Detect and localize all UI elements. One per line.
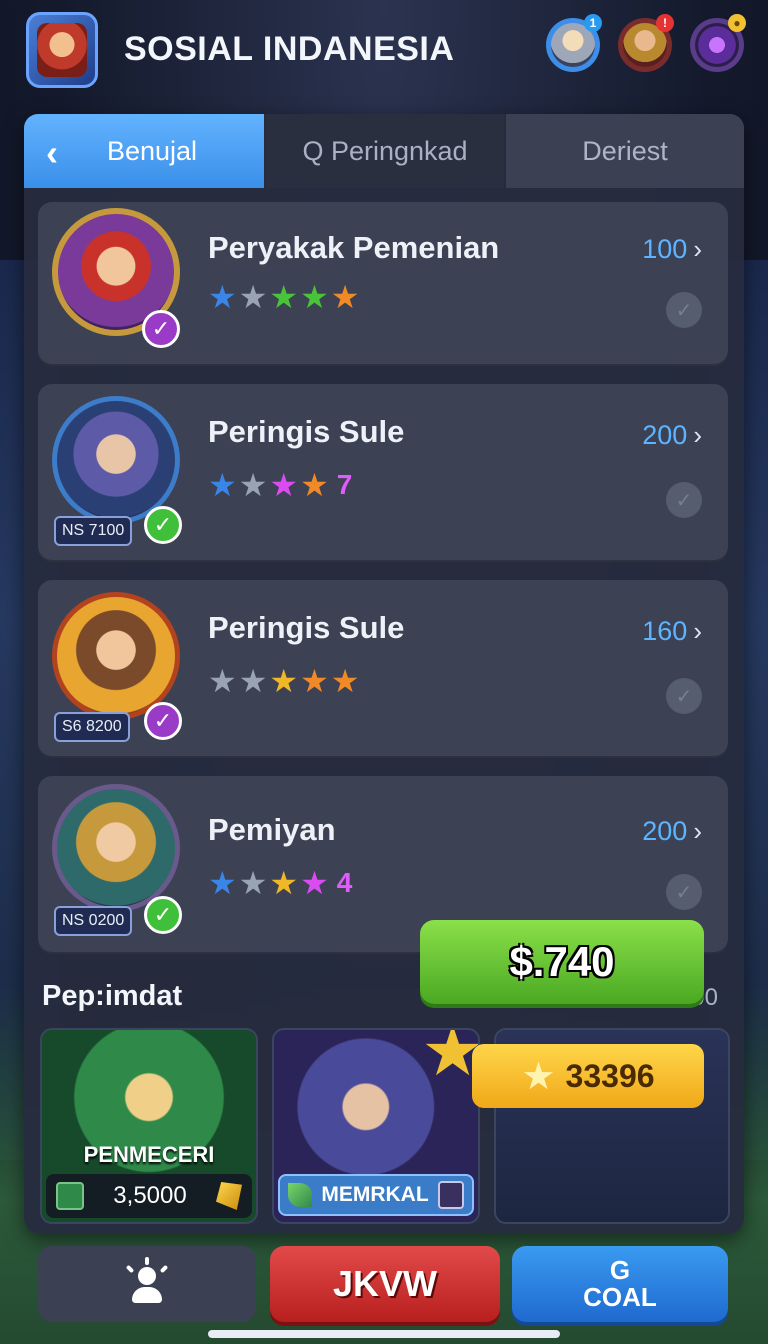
item-name: Peringis Sule bbox=[208, 414, 405, 449]
list-item[interactable]: NS 7100 ✓ Peringis Sule 200 › ★ ★ ★ ★ 7 ✓ bbox=[38, 384, 728, 562]
tab-label: Benujal bbox=[106, 135, 198, 166]
grey-star-icon: ★ bbox=[238, 279, 268, 315]
promo-label: MEMRKAL bbox=[321, 1183, 429, 1206]
g-icon: G bbox=[609, 1255, 631, 1285]
leaf-icon bbox=[288, 1183, 312, 1207]
star-rating: ★ ★ ★ ★ 4 bbox=[208, 864, 352, 902]
verified-check-icon: ✓ bbox=[144, 702, 182, 740]
back-chevron-icon: ‹ bbox=[46, 132, 58, 173]
person-icon bbox=[124, 1257, 170, 1307]
buy-button[interactable]: $.740 bbox=[420, 920, 704, 1004]
item-name: Peryakak Pemenian bbox=[208, 230, 500, 265]
hero-portrait-icon bbox=[37, 23, 87, 77]
select-check-icon[interactable]: ✓ bbox=[666, 292, 702, 328]
star-count: 4 bbox=[336, 867, 353, 898]
tab-label: Deriest bbox=[582, 135, 668, 166]
notification-badge: 1 bbox=[584, 14, 602, 32]
tab-peringnkad[interactable]: Q Peringnkad bbox=[266, 114, 504, 188]
hero-tag: S6 8200 bbox=[54, 712, 130, 742]
item-value-text: 100 bbox=[642, 234, 688, 264]
blue-star-icon: ★ bbox=[208, 279, 237, 315]
red-action-button[interactable]: JKVW bbox=[270, 1246, 500, 1322]
hero-thumb-icon bbox=[56, 1182, 84, 1210]
orange-star-icon: ★ bbox=[330, 663, 360, 699]
coin-price-button[interactable]: ★ 33396 bbox=[472, 1044, 704, 1108]
grey-star-icon: ★ bbox=[238, 865, 268, 901]
chevron-right-icon: › bbox=[693, 420, 702, 450]
verified-check-icon: ✓ bbox=[144, 506, 182, 544]
item-value[interactable]: 200 › bbox=[642, 420, 702, 451]
blue-star-icon: ★ bbox=[208, 865, 237, 901]
chevron-right-icon: › bbox=[693, 816, 702, 846]
promo-card-mage[interactable]: ★ MEMRKAL bbox=[272, 1028, 480, 1224]
hero-thumb-icon bbox=[437, 1181, 464, 1209]
portal-button[interactable]: ● bbox=[690, 14, 746, 72]
section-title: Pep:imdat bbox=[42, 980, 183, 1012]
coin-price-value: 33396 bbox=[565, 1057, 655, 1094]
grey-star-icon: ★ bbox=[238, 663, 268, 699]
coal-button[interactable]: G COAL bbox=[512, 1246, 728, 1322]
orange-star-icon: ★ bbox=[330, 279, 360, 315]
item-value-text: 200 bbox=[642, 816, 688, 846]
star-rating: ★ ★ ★ ★ 7 bbox=[208, 466, 352, 504]
chevron-right-icon: › bbox=[693, 234, 702, 264]
list-item[interactable]: ✓ Peryakak Pemenian 100 › ★ ★ ★ ★ ★ ✓ bbox=[38, 202, 728, 366]
star-coin-icon: ★ bbox=[521, 1055, 556, 1098]
star-rating: ★ ★ ★ ★ ★ bbox=[208, 278, 359, 316]
gold-star-icon: ★ bbox=[269, 663, 299, 699]
green-star-icon: ★ bbox=[269, 279, 299, 315]
item-value[interactable]: 100 › bbox=[642, 234, 702, 265]
grey-star-icon: ★ bbox=[238, 467, 268, 503]
tab-deriest[interactable]: Deriest bbox=[506, 114, 744, 188]
chevron-right-icon: › bbox=[693, 616, 702, 646]
star-count: 7 bbox=[336, 469, 353, 500]
alert-badge: ! bbox=[656, 14, 674, 32]
gold-star-icon: ★ bbox=[269, 865, 299, 901]
hero-tag: NS 7100 bbox=[54, 516, 133, 546]
item-name: Peringis Sule bbox=[208, 610, 405, 645]
home-indicator[interactable] bbox=[208, 1330, 560, 1338]
verified-check-icon: ✓ bbox=[144, 896, 182, 934]
item-value-text: 200 bbox=[642, 420, 688, 450]
select-check-icon[interactable]: ✓ bbox=[666, 482, 702, 518]
coal-label: COAL bbox=[583, 1282, 657, 1312]
grey-star-icon: ★ bbox=[208, 663, 237, 699]
tab-benujal[interactable]: ‹ Benujal bbox=[24, 114, 264, 188]
hero-tag: NS 0200 bbox=[54, 906, 133, 936]
item-value[interactable]: 200 › bbox=[642, 816, 702, 847]
character-avatar-button[interactable]: 1 bbox=[546, 14, 602, 72]
coin-badge: ● bbox=[728, 14, 746, 32]
pink-star-icon: ★ bbox=[300, 865, 329, 901]
blue-star-icon: ★ bbox=[208, 467, 237, 503]
green-star-icon: ★ bbox=[300, 279, 329, 315]
promo-title: PENMECERI bbox=[83, 1142, 215, 1167]
orange-star-icon: ★ bbox=[300, 467, 329, 503]
promo-card-hero[interactable]: PENMECERI 3,5000 bbox=[40, 1028, 258, 1224]
gold-gem-icon bbox=[216, 1182, 242, 1210]
star-rating: ★ ★ ★ ★ ★ bbox=[208, 662, 359, 700]
app-icon[interactable] bbox=[26, 12, 98, 88]
pink-star-icon: ★ bbox=[269, 467, 299, 503]
header: SOSIAL INDANESIA 1 ! ● bbox=[0, 0, 768, 104]
promo-label-bar: MEMRKAL bbox=[278, 1174, 474, 1216]
select-check-icon[interactable]: ✓ bbox=[666, 678, 702, 714]
tab-bar: ‹ Benujal Q Peringnkad Deriest bbox=[24, 114, 744, 188]
hero-avatar bbox=[52, 396, 180, 524]
promo-price-value: 3,5000 bbox=[113, 1182, 187, 1209]
verified-check-icon: ✓ bbox=[142, 310, 180, 348]
app-title: SOSIAL INDANESIA bbox=[124, 30, 455, 68]
item-name: Pemiyan bbox=[208, 812, 336, 847]
item-value-text: 160 bbox=[642, 616, 688, 646]
promo-price: 3,5000 bbox=[46, 1174, 252, 1218]
hero-avatar bbox=[52, 592, 180, 720]
item-value[interactable]: 160 › bbox=[642, 616, 702, 647]
hero-avatar bbox=[52, 784, 180, 912]
select-check-icon[interactable]: ✓ bbox=[666, 874, 702, 910]
list-item[interactable]: S6 8200 ✓ Peringis Sule 160 › ★ ★ ★ ★ ★ ✓ bbox=[38, 580, 728, 758]
warrior-avatar-button[interactable]: ! bbox=[618, 14, 674, 72]
orange-star-icon: ★ bbox=[300, 663, 329, 699]
tab-label: Q Peringnkad bbox=[302, 135, 468, 166]
profile-button[interactable] bbox=[38, 1246, 256, 1322]
